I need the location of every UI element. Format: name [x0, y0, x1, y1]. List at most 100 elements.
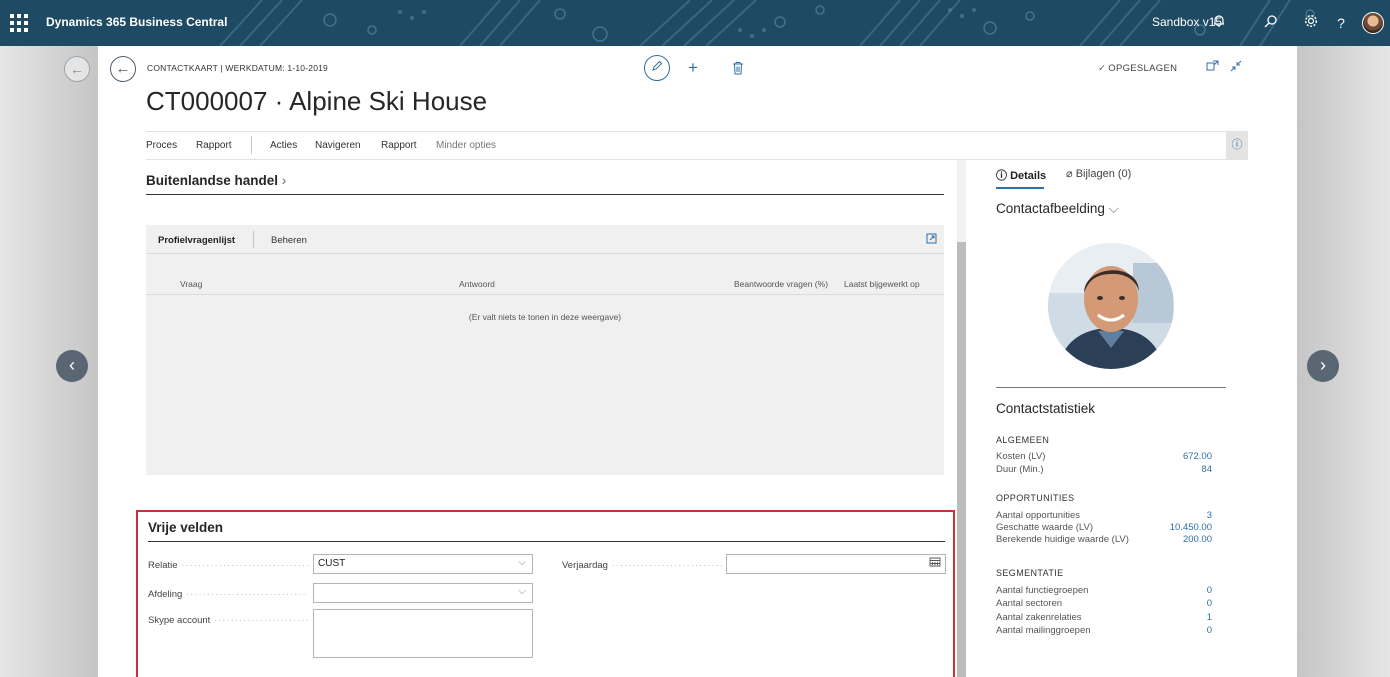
stat-row: Duur (Min.) 84 [996, 464, 1212, 477]
action-proces[interactable]: Proces [146, 140, 177, 151]
relatie-label: Relatie [148, 560, 308, 571]
stat-value[interactable]: 672.00 [1183, 451, 1212, 462]
stat-label: Geschatte waarde (LV) [996, 522, 1093, 533]
contact-statistics-heading: Contactstatistiek [996, 401, 1096, 416]
calendar-icon[interactable] [929, 556, 941, 570]
stat-row: Aantal functiegroepen 0 [996, 585, 1212, 598]
contact-picture-heading-label: Contactafbeelding [996, 201, 1105, 216]
stat-value[interactable]: 10.450.00 [1170, 522, 1212, 533]
stat-row: Berekende huidige waarde (LV) 200.00 [996, 534, 1212, 547]
tab-attachments[interactable]: ⌀ Bijlagen (0) [1066, 167, 1131, 180]
top-bar: Dynamics 365 Business Central Sandbox v1… [0, 0, 1390, 46]
back-button[interactable]: ← [110, 56, 136, 82]
free-fields-section: Vrije velden Relatie CUST ⌵ Afdeling ⌵ S… [136, 510, 955, 677]
stat-label: Aantal mailinggroepen [996, 625, 1091, 636]
stat-value[interactable]: 3 [1207, 510, 1212, 521]
edit-pencil-icon[interactable] [644, 55, 670, 81]
checkmark-icon: ✓ [1098, 63, 1107, 74]
relatie-value: CUST [318, 558, 346, 569]
action-rapport-2[interactable]: Rapport [381, 140, 417, 151]
saved-status-label: OPGESLAGEN [1108, 63, 1178, 74]
tab-beheren[interactable]: Beheren [271, 235, 307, 246]
stat-label: Aantal zakenrelaties [996, 612, 1082, 623]
gear-icon[interactable] [1302, 14, 1320, 32]
scrollbar-thumb[interactable] [957, 242, 966, 677]
search-icon[interactable] [1262, 14, 1280, 32]
factbox-pane: ⓘ Details ⌀ Bijlagen (0) Contactafbeeldi… [996, 160, 1226, 677]
stat-label: Aantal opportunities [996, 510, 1080, 521]
tab-attachments-label: Bijlagen (0) [1075, 168, 1132, 180]
profile-tabs: Profielvragenlijst Beheren [146, 225, 944, 254]
stat-value[interactable]: 84 [1201, 464, 1212, 475]
chevron-right-icon: › [278, 173, 287, 188]
info-icon: ⓘ [996, 170, 1011, 182]
free-fields-heading[interactable]: Vrije velden [148, 520, 945, 542]
stat-row: Kosten (LV) 672.00 [996, 451, 1212, 464]
afdeling-label: Afdeling [148, 589, 308, 600]
chevron-down-icon: ⌵ [518, 586, 526, 597]
expand-icon[interactable] [926, 233, 937, 247]
action-minder-opties[interactable]: Minder opties [436, 140, 496, 151]
open-new-window-icon[interactable] [1206, 60, 1219, 74]
action-navigeren[interactable]: Navigeren [315, 140, 361, 151]
back-arrow-icon[interactable]: ← [64, 56, 90, 82]
skype-label: Skype account [148, 615, 308, 626]
tab-profielvragenlijst[interactable]: Profielvragenlijst [158, 235, 235, 246]
tab-separator [253, 231, 254, 248]
verjaardag-label: Verjaardag [562, 560, 722, 571]
chevron-down-icon: ⌵ [518, 557, 526, 568]
action-separator [251, 136, 252, 154]
stat-value[interactable]: 0 [1207, 598, 1212, 609]
profile-questionnaire-part: Profielvragenlijst Beheren Vraag Antwoor… [146, 225, 944, 475]
stat-label: Kosten (LV) [996, 451, 1046, 462]
help-icon[interactable]: ? [1332, 14, 1350, 32]
afdeling-dropdown[interactable]: ⌵ [313, 583, 533, 603]
stat-label: Aantal functiegroepen [996, 585, 1089, 596]
app-title[interactable]: Dynamics 365 Business Central [46, 15, 227, 29]
delete-icon[interactable] [732, 60, 744, 80]
page-caption: CONTACTKAART | WERKDATUM: 1-10-2019 [147, 63, 328, 73]
stat-group-title: OPPORTUNITIES [996, 493, 1075, 503]
action-acties[interactable]: Acties [270, 140, 297, 151]
empty-list-message: (Er valt niets te tonen in deze weergave… [468, 312, 622, 322]
chevron-down-icon: ⌵ [1104, 201, 1119, 216]
tab-details-label: Details [1010, 170, 1047, 182]
contact-card: ← CONTACTKAART | WERKDATUM: 1-10-2019 CT… [98, 46, 1297, 677]
column-header-vraag[interactable]: Vraag [180, 279, 202, 289]
waffle-icon[interactable] [10, 14, 28, 32]
stat-value[interactable]: 1 [1207, 612, 1212, 623]
stat-row: Aantal zakenrelaties 1 [996, 612, 1212, 625]
stat-value[interactable]: 0 [1207, 585, 1212, 596]
section-foreign-trade[interactable]: Buitenlandse handel › [146, 173, 944, 195]
user-avatar[interactable] [1362, 12, 1384, 34]
add-icon[interactable]: + [688, 58, 698, 78]
page-title: CT000007 · Alpine Ski House [146, 86, 488, 116]
stat-label: Berekende huidige waarde (LV) [996, 534, 1129, 545]
previous-record-button[interactable]: ‹ [56, 350, 88, 382]
next-record-button[interactable]: › [1307, 350, 1339, 382]
collapse-icon[interactable] [1230, 60, 1242, 75]
stat-group-title: ALGEMEEN [996, 435, 1050, 445]
contact-photo[interactable] [1048, 243, 1174, 369]
info-icon[interactable]: ⓘ [1226, 132, 1248, 159]
skype-account-textarea[interactable] [313, 609, 533, 658]
stat-value[interactable]: 200.00 [1183, 534, 1212, 545]
tab-details[interactable]: ⓘ Details [996, 167, 1046, 183]
action-rapport[interactable]: Rapport [196, 140, 232, 151]
stat-label: Aantal sectoren [996, 598, 1063, 609]
stat-group-title: SEGMENTATIE [996, 568, 1064, 578]
relatie-dropdown[interactable]: CUST ⌵ [313, 554, 533, 574]
stat-value[interactable]: 0 [1207, 625, 1212, 636]
column-header-beantwoorde-vragen[interactable]: Beantwoorde vragen (%) [734, 279, 828, 289]
column-header-antwoord[interactable]: Antwoord [459, 279, 495, 289]
bell-icon[interactable] [1210, 14, 1228, 32]
verjaardag-date-field[interactable] [726, 554, 946, 574]
active-tab-indicator [996, 187, 1044, 189]
stat-label: Duur (Min.) [996, 464, 1044, 475]
stat-row: Aantal sectoren 0 [996, 598, 1212, 611]
contact-picture-heading[interactable]: Contactafbeelding ⌵ [996, 201, 1119, 217]
action-bar: Proces Rapport Acties Navigeren Rapport … [146, 131, 1248, 160]
stat-row: Aantal mailinggroepen 0 [996, 625, 1212, 638]
column-header-laatst-bijgewerkt[interactable]: Laatst bijgewerkt op [844, 279, 920, 289]
paperclip-icon: ⌀ [1066, 168, 1076, 180]
